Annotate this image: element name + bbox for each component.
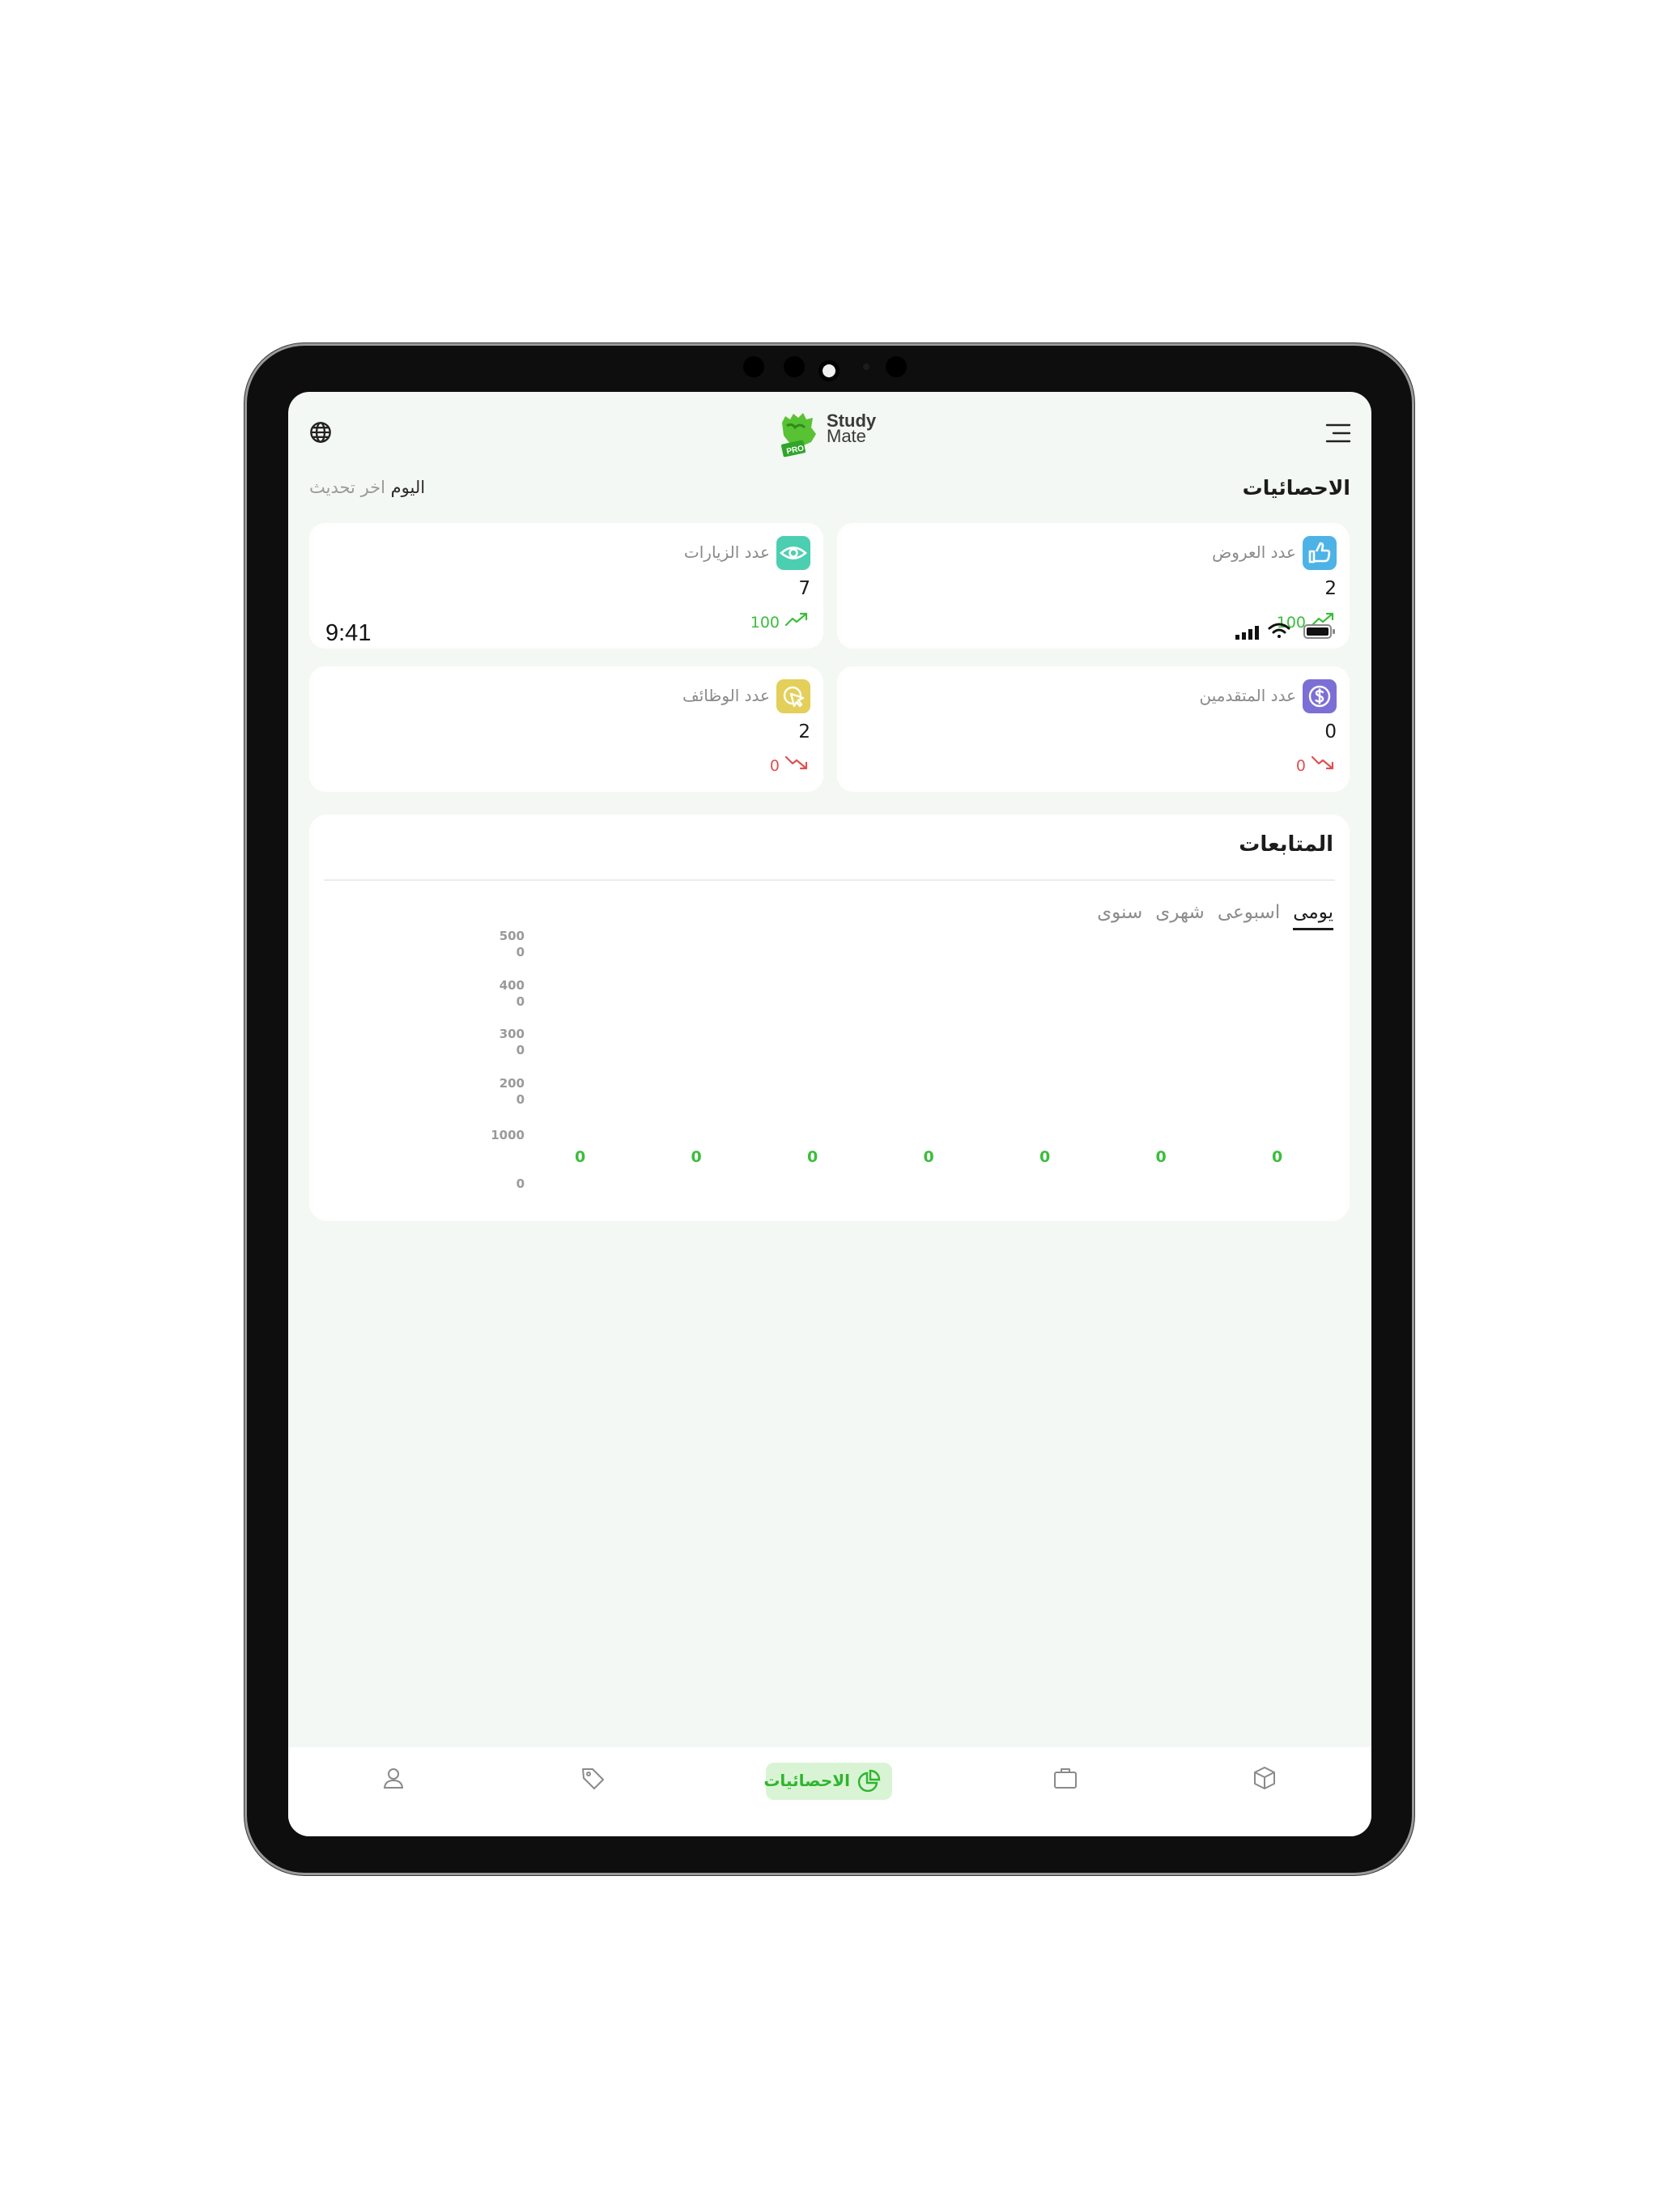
app-screen: PRO Study Mate الاحصائيات اليوم اخر تحدي…: [288, 392, 1371, 1836]
nav-stats-label: الاحصائيات: [763, 1771, 850, 1790]
camera-dot: [743, 356, 764, 377]
trend-up-icon: [784, 610, 809, 632]
y-tick-label: 500 0: [499, 929, 525, 959]
stat-title: عدد المتقدمين: [1199, 686, 1296, 705]
trend-down-icon: [784, 754, 809, 775]
stat-title: عدد العروض: [1212, 542, 1296, 562]
stat-card-applicants[interactable]: عدد المتقدمين 0 0: [837, 666, 1350, 792]
stat-value: 7: [798, 578, 810, 599]
cellular-signal-icon: [1235, 625, 1260, 643]
camera-lens: [818, 360, 840, 381]
follow-card: المتابعات يومى اسبوعى شهرى سنوى 500 0 400 0…: [309, 815, 1350, 1221]
trend-down-icon: [1311, 754, 1335, 775]
globe-icon[interactable]: [309, 421, 332, 447]
tag-icon[interactable]: [576, 1762, 609, 1794]
follow-chart: 500 0 400 0 300 0 200 0 1000 0 0 0 0 0 0 0 0: [309, 815, 1350, 1221]
battery-icon: [1303, 623, 1336, 643]
y-tick-label: 0: [516, 1176, 525, 1191]
stat-card-visits[interactable]: عدد الزيارات 7 100: [309, 523, 823, 649]
camera-dot: [784, 356, 805, 377]
stat-value: 0: [1324, 721, 1337, 742]
stat-value: 2: [1324, 578, 1337, 599]
camera-dot: [886, 356, 907, 377]
bottom-nav: الاحصائيات: [288, 1747, 1371, 1836]
eye-icon: [776, 536, 810, 570]
bar-value-label: 0: [691, 1148, 702, 1166]
wifi-icon: [1268, 622, 1290, 643]
page-title: الاحصائيات: [1242, 476, 1350, 500]
bar-value-label: 0: [1272, 1148, 1283, 1166]
last-updated-prefix: اخر تحديث: [309, 478, 385, 497]
stats-pie-icon: [857, 1769, 881, 1797]
thumbs-up-icon: [1303, 536, 1337, 570]
stat-trend: 0: [769, 757, 780, 775]
status-time: 9:41: [325, 620, 372, 646]
stat-trend: 100: [750, 614, 780, 632]
y-tick-label: 400 0: [499, 978, 525, 1009]
stat-card-jobs[interactable]: عدد الوظائف 2 0: [309, 666, 823, 792]
stat-title: عدد الزيارات: [683, 542, 770, 562]
stat-trend: 0: [1295, 757, 1306, 775]
profile-icon[interactable]: [377, 1762, 410, 1794]
last-updated-value: اليوم: [390, 478, 426, 497]
bar-value-label: 0: [923, 1148, 934, 1166]
bar-value-label: 0: [1039, 1148, 1051, 1166]
dollar-icon: [1303, 679, 1337, 713]
sensor-dot: [863, 364, 869, 370]
stat-title: عدد الوظائف: [682, 686, 770, 705]
cursor-click-icon: [776, 679, 810, 713]
last-updated: اليوم اخر تحديث: [309, 478, 425, 497]
y-tick-label: 200 0: [499, 1076, 525, 1107]
briefcase-icon[interactable]: [1049, 1762, 1082, 1794]
bar-value-label: 0: [1155, 1148, 1167, 1166]
box-icon[interactable]: [1248, 1762, 1281, 1794]
y-tick-label: 300 0: [499, 1027, 525, 1057]
bar-value-label: 0: [807, 1148, 818, 1166]
nav-stats-active[interactable]: الاحصائيات: [763, 1763, 892, 1800]
stat-value: 2: [798, 721, 810, 742]
app-name: Study Mate: [827, 412, 876, 445]
y-tick-label: 1000: [491, 1128, 525, 1142]
bar-value-label: 0: [575, 1148, 586, 1166]
menu-icon[interactable]: [1325, 423, 1351, 447]
